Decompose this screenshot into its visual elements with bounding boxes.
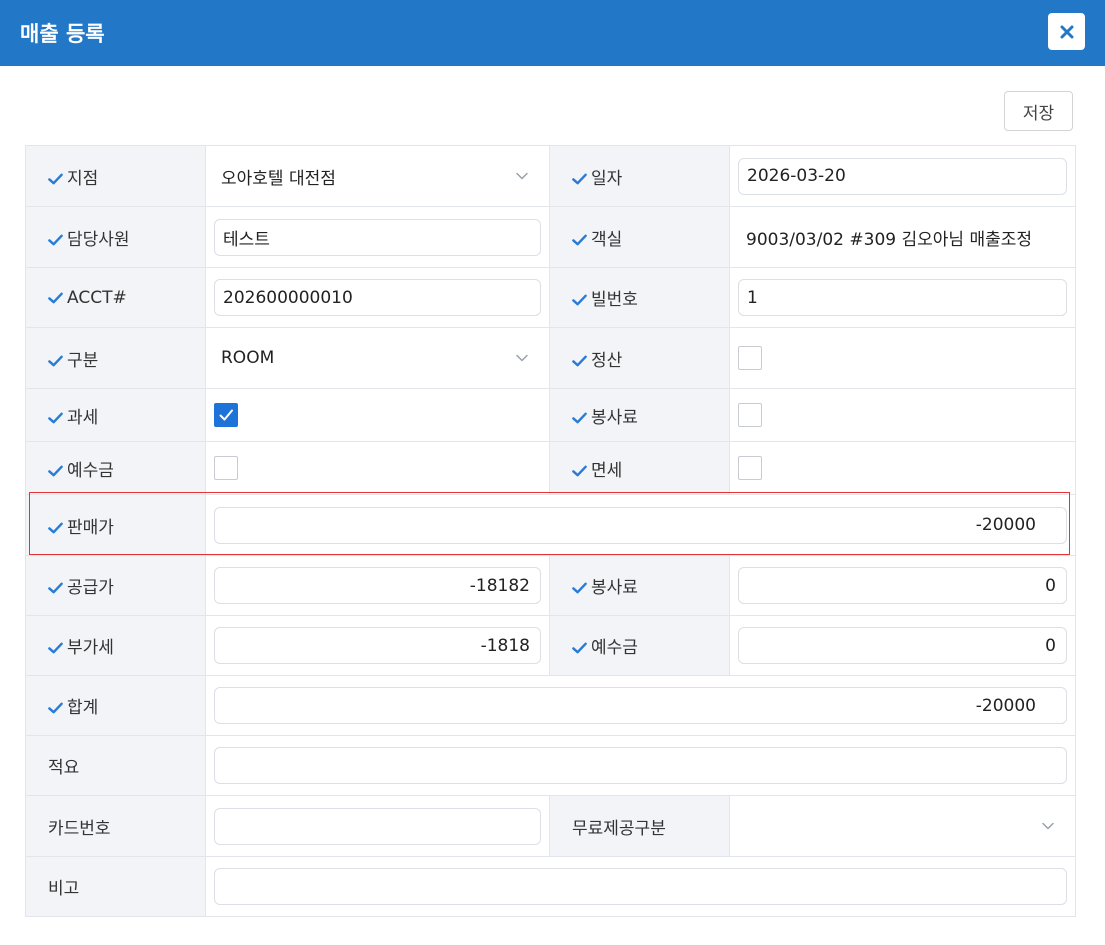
category-label: 구분 bbox=[25, 327, 206, 389]
required-check-icon bbox=[48, 702, 63, 714]
dialog-title: 매출 등록 bbox=[20, 22, 105, 46]
required-check-icon bbox=[572, 173, 587, 185]
required-check-icon bbox=[48, 412, 63, 424]
staff-label: 담당사원 bbox=[25, 206, 206, 268]
save-button[interactable]: 저장 bbox=[1004, 91, 1073, 131]
required-check-icon bbox=[572, 465, 587, 477]
card-no-label: 카드번호 bbox=[25, 795, 206, 857]
dialog-header: 매출 등록 bbox=[0, 0, 1105, 66]
card-no-input[interactable] bbox=[214, 807, 541, 845]
sales-registration-dialog: 매출 등록 저장 지점 오아호텔 대전점 일자 2026-03-20 담당사원 … bbox=[0, 0, 1105, 945]
staff-input[interactable]: 테스트 bbox=[214, 218, 541, 256]
required-check-icon bbox=[572, 582, 587, 594]
taxable-checkbox[interactable] bbox=[214, 403, 238, 427]
acct-label: ACCT# bbox=[25, 267, 206, 328]
memo-input[interactable] bbox=[214, 747, 1067, 784]
acct-input[interactable]: 202600000010 bbox=[214, 279, 541, 316]
deposit-label: 예수금 bbox=[549, 615, 730, 676]
required-check-icon bbox=[572, 412, 587, 424]
required-check-icon bbox=[48, 234, 63, 246]
remarks-input[interactable] bbox=[214, 868, 1067, 905]
vat-input[interactable]: -1818 bbox=[214, 627, 541, 664]
deposit-checkbox[interactable] bbox=[214, 456, 238, 480]
service-fee-label: 봉사료 bbox=[549, 555, 730, 616]
branch-select[interactable]: 오아호텔 대전점 bbox=[214, 158, 541, 195]
supply-price-label: 공급가 bbox=[25, 555, 206, 616]
total-input[interactable]: -20000 bbox=[214, 687, 1067, 724]
bill-no-input[interactable]: 1 bbox=[738, 279, 1067, 316]
room-value: 9003/03/02 #309 김오아님 매출조정 bbox=[746, 229, 1033, 250]
date-label: 일자 bbox=[549, 145, 730, 207]
chevron-down-icon bbox=[515, 351, 529, 365]
required-check-icon bbox=[48, 292, 63, 304]
required-check-icon bbox=[572, 642, 587, 654]
free-type-label: 무료제공구분 bbox=[549, 795, 730, 857]
settled-checkbox[interactable] bbox=[738, 346, 762, 370]
tax-free-checkbox[interactable] bbox=[738, 456, 762, 480]
required-check-icon bbox=[48, 582, 63, 594]
chevron-down-icon bbox=[515, 169, 529, 183]
bill-no-label: 빌번호 bbox=[549, 267, 730, 328]
deposit-input[interactable]: 0 bbox=[738, 627, 1067, 664]
memo-label: 적요 bbox=[25, 735, 206, 796]
required-check-icon bbox=[48, 465, 63, 477]
service-fee-checkbox[interactable] bbox=[738, 403, 762, 427]
service-fee-input[interactable]: 0 bbox=[738, 567, 1067, 604]
deposit-flag-label: 예수금 bbox=[25, 441, 206, 495]
room-label: 객실 bbox=[549, 206, 730, 268]
service-fee-flag-label: 봉사료 bbox=[549, 388, 730, 442]
required-check-icon bbox=[48, 522, 63, 534]
close-button[interactable] bbox=[1048, 13, 1085, 50]
close-icon bbox=[1060, 25, 1073, 38]
free-type-select[interactable] bbox=[738, 808, 1067, 845]
date-input[interactable]: 2026-03-20 bbox=[738, 157, 1067, 195]
sale-price-input[interactable]: -20000 bbox=[214, 506, 1067, 544]
sales-form-table: 지점 오아호텔 대전점 일자 2026-03-20 담당사원 테스트 객실 90… bbox=[25, 145, 1076, 917]
required-check-icon bbox=[572, 294, 587, 306]
required-check-icon bbox=[48, 355, 63, 367]
required-check-icon bbox=[48, 642, 63, 654]
sale-price-label: 판매가 bbox=[25, 494, 206, 556]
required-check-icon bbox=[572, 355, 587, 367]
tax-free-label: 면세 bbox=[549, 441, 730, 495]
supply-price-input[interactable]: -18182 bbox=[214, 567, 541, 604]
category-select[interactable]: ROOM bbox=[214, 340, 541, 377]
checkmark-icon bbox=[219, 409, 233, 421]
settled-label: 정산 bbox=[549, 327, 730, 389]
vat-label: 부가세 bbox=[25, 615, 206, 676]
remarks-label: 비고 bbox=[25, 856, 206, 917]
taxable-label: 과세 bbox=[25, 388, 206, 442]
total-label: 합계 bbox=[25, 675, 206, 736]
required-check-icon bbox=[572, 234, 587, 246]
chevron-down-icon bbox=[1041, 819, 1055, 833]
required-check-icon bbox=[48, 173, 63, 185]
branch-label: 지점 bbox=[25, 145, 206, 207]
